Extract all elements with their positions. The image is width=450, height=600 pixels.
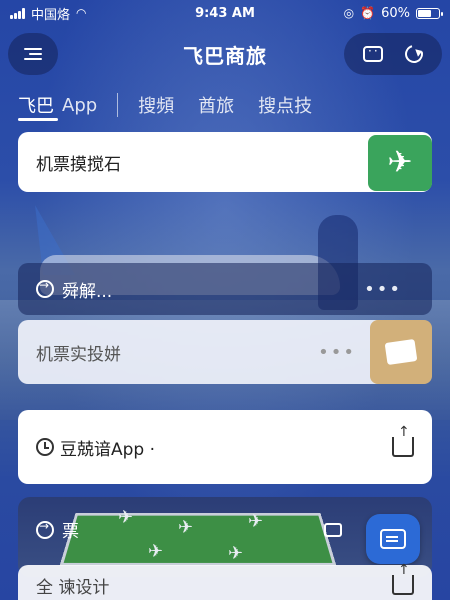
arrow-circle-icon: [36, 278, 54, 298]
ticket-label: 票: [62, 522, 79, 542]
arrow-circle-icon: [36, 519, 54, 539]
carrier-label: 中国烙: [31, 7, 71, 23]
app-history-card[interactable]: 豆兢谙App ·: [18, 410, 432, 484]
ticket-tile[interactable]: [370, 320, 432, 384]
jet-icon: ✈: [248, 511, 264, 532]
app-history-label: 豆兢谙App ·: [60, 435, 382, 460]
flight-tile[interactable]: ✈: [368, 135, 432, 191]
more-icon[interactable]: •••: [318, 342, 356, 363]
ticket-icon: [384, 339, 418, 365]
jet-icon: ✈: [148, 541, 164, 562]
battery-percent: 60%: [381, 5, 410, 21]
page-title: 飞巴商旅: [183, 43, 267, 68]
clock-icon: [36, 438, 54, 456]
tab-underline: [18, 118, 58, 121]
ticket-row: 票: [36, 517, 79, 542]
refresh-icon[interactable]: [401, 41, 427, 67]
jet-icon: ✈: [178, 517, 194, 538]
customer-service-button[interactable]: [366, 514, 420, 564]
jet-icon: ✈: [228, 543, 244, 564]
jet-icon: ✈: [118, 507, 134, 528]
service-icon: [380, 529, 406, 549]
flight-search-label: 机票摸搅石: [36, 154, 121, 175]
explain-card[interactable]: 舜解... •••: [18, 263, 432, 315]
airfield-image: [59, 513, 337, 566]
share-icon[interactable]: [392, 562, 414, 595]
mini-program-capsule: [344, 33, 442, 75]
menu-button[interactable]: [8, 33, 58, 75]
flight-search-card[interactable]: 机票摸搅石 ✈: [18, 132, 432, 192]
chat-icon[interactable]: [363, 44, 383, 62]
flight-booking-card[interactable]: 机票实投姘 •••: [18, 320, 432, 384]
tab-search-point[interactable]: 搜点技: [258, 92, 312, 118]
battery-icon: [416, 7, 443, 19]
tab-bar: 飞巴 App 搜頻 酋旅 搜点技: [18, 90, 438, 121]
wifi-icon: ◠: [76, 6, 87, 20]
app-header: 飞巴商旅: [0, 30, 450, 78]
design-label: 全 谏设计: [36, 577, 110, 598]
explain-label: 舜解...: [62, 281, 113, 302]
alarm-icon: ⏰: [360, 6, 376, 20]
tab-feiba[interactable]: 飞巴: [18, 92, 54, 118]
tab-travel[interactable]: 酋旅: [198, 92, 234, 118]
menu-icon: [24, 45, 42, 63]
signal-icon: [10, 7, 25, 19]
more-icon[interactable]: •••: [364, 279, 402, 300]
app-history-suffix: ·: [149, 439, 156, 460]
flight-booking-label: 机票实投姘: [36, 344, 121, 365]
location-icon: ◎: [343, 6, 355, 20]
tab-divider: [117, 93, 119, 117]
tab-search[interactable]: 搜頻: [138, 92, 174, 118]
share-icon[interactable]: [392, 424, 414, 457]
design-card[interactable]: 全 谏设计: [18, 562, 432, 600]
airplane-icon: ✈: [387, 145, 413, 180]
tab-app[interactable]: App: [62, 95, 97, 116]
status-bar: 中国烙 ◠ 9:43 AM ◎ ⏰ 60%: [0, 0, 450, 26]
app-history-text: 豆兢谙App: [60, 439, 145, 460]
bus-icon: [324, 523, 342, 537]
